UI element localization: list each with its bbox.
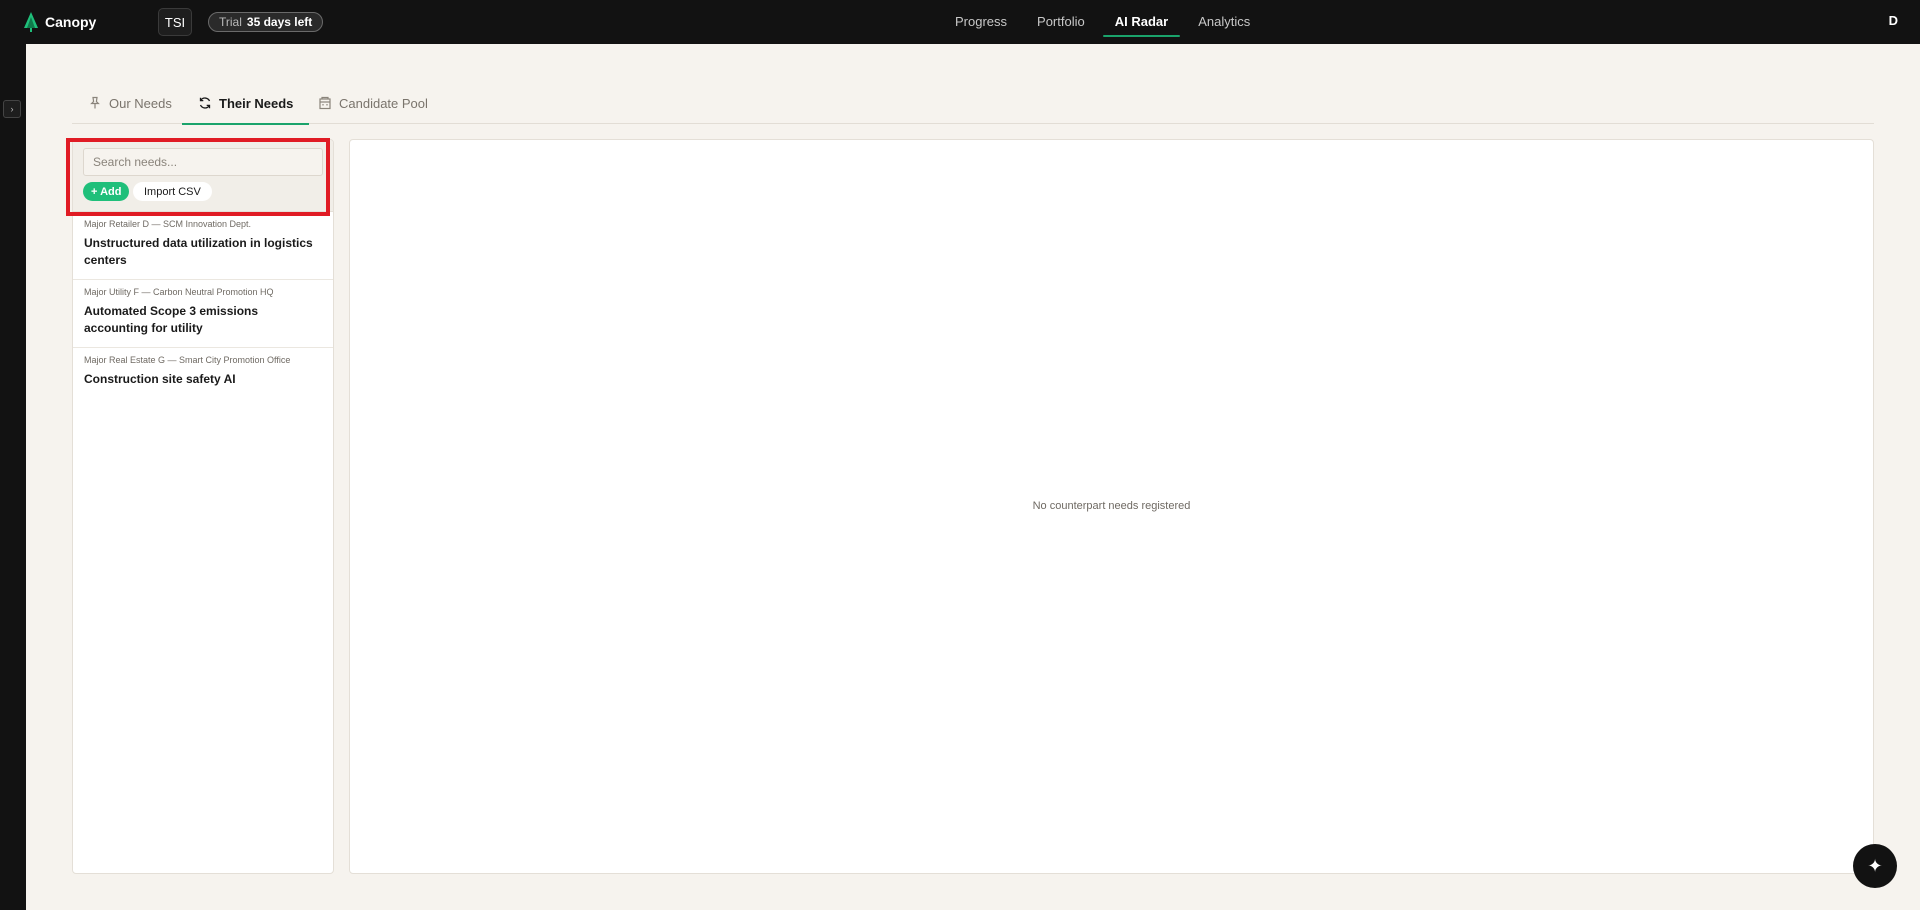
pin-icon <box>90 96 100 109</box>
needs-tabs: Our Needs Their Needs Candidate Pool <box>72 82 1874 125</box>
sidebar-expand-button[interactable]: › <box>3 100 21 118</box>
user-avatar[interactable]: D <box>1889 13 1898 28</box>
need-detail-panel: No counterpart needs registered <box>349 139 1874 874</box>
tab-our-needs-label: Our Needs <box>109 95 172 111</box>
refresh-icon <box>199 97 211 109</box>
nav-ai-radar[interactable]: AI Radar <box>1102 9 1181 37</box>
org-badge[interactable]: TSI <box>158 8 192 36</box>
chevron-right-icon: › <box>10 104 14 114</box>
trial-label: Trial <box>219 15 242 29</box>
import-csv-button[interactable]: Import CSV <box>133 182 212 201</box>
top-bar: Canopy TSI Trial 35 days left Progress P… <box>0 0 1920 44</box>
list-toolbar: + Add Import CSV <box>73 140 333 212</box>
add-need-button[interactable]: + Add <box>83 182 130 201</box>
trial-days-left: 35 days left <box>246 15 313 29</box>
tab-our-needs[interactable]: Our Needs <box>72 82 188 124</box>
tab-their-needs-label: Their Needs <box>219 95 294 111</box>
search-needs-input[interactable] <box>83 148 323 176</box>
main-nav: Progress Portfolio AI Radar Analytics <box>940 0 1265 44</box>
ai-assistant-button[interactable]: ✦ <box>1853 844 1897 888</box>
need-org: Major Real Estate G — Smart City Promoti… <box>84 355 291 365</box>
left-rail: › <box>0 44 26 910</box>
brand-name: Canopy <box>45 14 97 30</box>
empty-state-message: No counterpart needs registered <box>1032 500 1191 512</box>
need-title: Construction site safety AI <box>84 372 236 386</box>
nav-portfolio[interactable]: Portfolio <box>1025 9 1097 35</box>
nav-progress[interactable]: Progress <box>943 9 1019 35</box>
sparkle-icon: ✦ <box>1867 855 1883 876</box>
nav-analytics[interactable]: Analytics <box>1186 9 1262 35</box>
tab-their-needs[interactable]: Their Needs <box>182 82 310 125</box>
tree-logo-icon <box>24 12 38 32</box>
needs-list: Major Retailer D — SCM Innovation Dept. … <box>73 212 333 398</box>
need-title: Unstructured data utilization in logisti… <box>84 236 313 267</box>
need-org: Major Utility F — Carbon Neutral Promoti… <box>84 287 274 297</box>
tab-candidate-pool-label: Candidate Pool <box>339 95 428 111</box>
list-item[interactable]: Major Real Estate G — Smart City Promoti… <box>73 348 333 398</box>
needs-list-panel: + Add Import CSV Major Retailer D — SCM … <box>72 139 334 874</box>
list-item[interactable]: Major Retailer D — SCM Innovation Dept. … <box>73 212 333 280</box>
need-title: Automated Scope 3 emissions accounting f… <box>84 304 259 335</box>
need-org: Major Retailer D — SCM Innovation Dept. <box>84 219 252 229</box>
building-icon <box>319 96 331 110</box>
trial-badge: Trial 35 days left <box>208 12 324 32</box>
list-item[interactable]: Major Utility F — Carbon Neutral Promoti… <box>73 280 333 348</box>
brand[interactable]: Canopy <box>24 0 96 44</box>
tab-candidate-pool[interactable]: Candidate Pool <box>302 82 444 124</box>
